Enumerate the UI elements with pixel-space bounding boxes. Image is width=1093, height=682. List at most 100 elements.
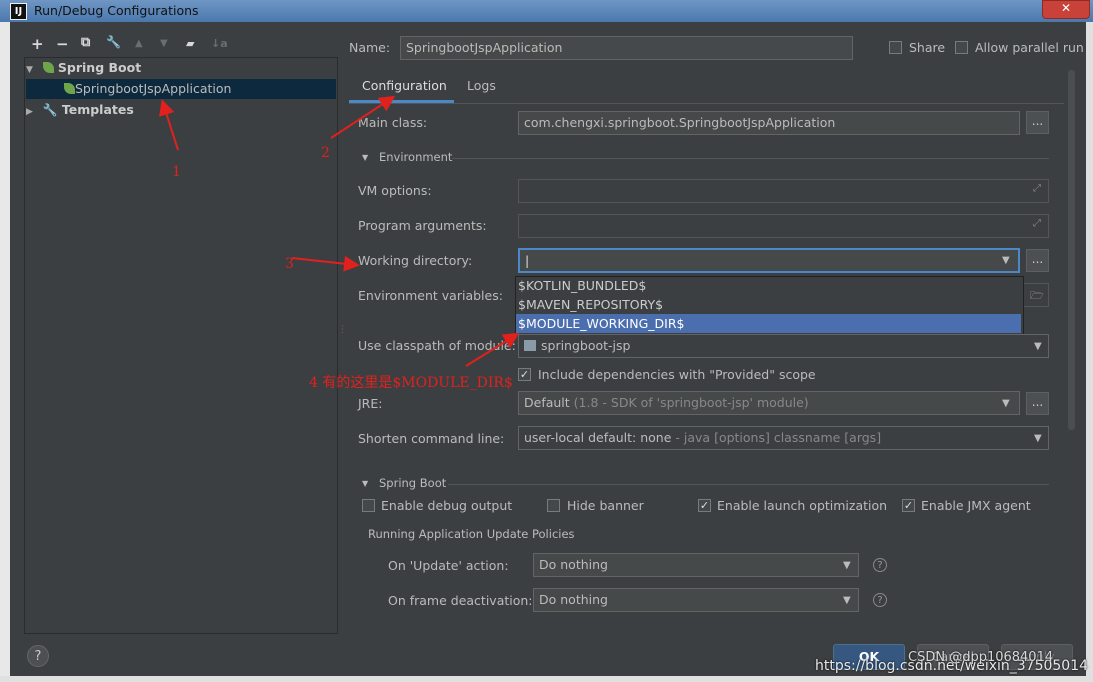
close-button[interactable]: ✕: [1042, 0, 1090, 19]
left-window-frame: [0, 22, 10, 682]
right-window-frame: [1086, 22, 1093, 682]
bottom-window-frame: [0, 676, 1093, 682]
annotation-label-1: 1: [172, 164, 181, 180]
configuration-tree: [24, 57, 338, 634]
parallel-run-label: Allow parallel run: [975, 40, 1084, 55]
tab-configuration[interactable]: Configuration: [362, 78, 447, 93]
environment-separator: [452, 158, 1049, 159]
move-up-icon[interactable]: ▲: [135, 38, 143, 49]
vm-options-label: VM options:: [358, 183, 432, 198]
splitter-handle[interactable]: ⋮: [338, 325, 347, 335]
include-dependencies-checkbox[interactable]: ✓: [518, 368, 531, 381]
frame-deactivation-dropdown-icon[interactable]: ▼: [843, 595, 851, 606]
watermark-csdn: CSDN @dpp10684014: [908, 650, 1054, 665]
folder-icon[interactable]: ▰: [186, 37, 194, 50]
environment-variables-label: Environment variables:: [358, 288, 503, 303]
jre-label: JRE:: [358, 396, 383, 411]
name-label: Name:: [349, 40, 391, 55]
environment-expand-icon[interactable]: ▼: [362, 153, 368, 162]
spring-boot-separator: [448, 484, 1049, 485]
dropdown-option-selected[interactable]: $MODULE_WORKING_DIR$: [516, 314, 1021, 333]
share-label: Share: [909, 40, 946, 55]
spring-boot-section-title: Spring Boot: [379, 476, 447, 490]
classpath-module-select[interactable]: springboot-jsp: [518, 334, 1049, 358]
dropdown-option[interactable]: $KOTLIN_BUNDLED$: [516, 276, 1021, 295]
add-icon[interactable]: +: [31, 35, 44, 53]
folder-browse-icon[interactable]: 🗁: [1030, 287, 1044, 306]
include-dependencies-label: Include dependencies with "Provided" sco…: [538, 367, 816, 382]
frame-deactivation-help-icon[interactable]: ?: [873, 593, 887, 607]
program-arguments-label: Program arguments:: [358, 218, 487, 233]
jre-dropdown-icon[interactable]: ▼: [1002, 398, 1010, 409]
classpath-module-value: springboot-jsp: [541, 338, 631, 353]
program-arguments-input[interactable]: [518, 214, 1049, 238]
annotation-label-3: 3: [285, 256, 294, 272]
spring-boot-expand-icon[interactable]: ▼: [362, 479, 368, 488]
main-class-label: Main class:: [358, 115, 428, 130]
annotation-label-2: 2: [321, 145, 330, 161]
tab-logs[interactable]: Logs: [467, 78, 496, 93]
jmx-agent-label: Enable JMX agent: [921, 498, 1031, 513]
working-directory-browse-button[interactable]: ...: [1026, 249, 1049, 272]
share-checkbox[interactable]: [889, 41, 902, 54]
debug-output-checkbox[interactable]: [362, 499, 375, 512]
main-class-input[interactable]: com.chengxi.springboot.SpringbootJspAppl…: [518, 111, 1020, 135]
form-scrollbar[interactable]: [1068, 70, 1075, 430]
vm-options-input[interactable]: [518, 179, 1049, 203]
working-directory-combo[interactable]: |: [518, 248, 1020, 273]
hide-banner-checkbox[interactable]: [547, 499, 560, 512]
main-class-browse-button[interactable]: ...: [1026, 111, 1049, 134]
working-directory-dropdown-icon[interactable]: ▼: [1002, 255, 1010, 266]
vm-options-expand-icon[interactable]: ⤢: [1033, 183, 1041, 194]
sort-icon[interactable]: ↓a: [211, 37, 228, 50]
jre-combo[interactable]: Default (1.8 - SDK of 'springboot-jsp' m…: [518, 391, 1020, 415]
wrench-icon[interactable]: 🔧: [106, 35, 121, 49]
classpath-module-label: Use classpath of module:: [358, 338, 516, 353]
shorten-command-line-select[interactable]: user-local default: none - java [options…: [518, 426, 1049, 450]
copy-icon[interactable]: ⧉: [81, 35, 90, 50]
collapse-arrow-icon[interactable]: ▶: [26, 107, 33, 117]
hide-banner-label: Hide banner: [567, 498, 644, 513]
intellij-logo-icon: IJ: [10, 3, 27, 20]
frame-deactivation-label: On frame deactivation:: [388, 593, 533, 608]
jmx-agent-checkbox[interactable]: ✓: [902, 499, 915, 512]
launch-optimization-checkbox[interactable]: ✓: [698, 499, 711, 512]
move-down-icon[interactable]: ▼: [160, 38, 168, 49]
name-input[interactable]: SpringbootJspApplication: [400, 36, 853, 60]
jre-value: Default: [524, 395, 570, 410]
update-action-select[interactable]: Do nothing: [533, 553, 859, 577]
help-button[interactable]: ?: [27, 645, 49, 667]
tree-group-label: Spring Boot: [57, 60, 142, 75]
remove-icon[interactable]: −: [56, 35, 69, 53]
frame-deactivation-select[interactable]: Do nothing: [533, 588, 859, 612]
window-title: Run/Debug Configurations: [34, 3, 199, 18]
shorten-value-detail: - java [options] classname [args]: [675, 430, 882, 445]
tree-item-springboot-jsp-application[interactable]: SpringbootJspApplication: [26, 79, 336, 99]
environment-section-title: Environment: [379, 150, 453, 164]
update-action-label: On 'Update' action:: [388, 558, 509, 573]
classpath-dropdown-icon[interactable]: ▼: [1034, 341, 1042, 352]
tree-item-label: SpringbootJspApplication: [75, 81, 232, 96]
jre-value-detail: (1.8 - SDK of 'springboot-jsp' module): [573, 395, 809, 410]
spring-boot-app-icon: [64, 83, 75, 94]
update-policies-title: Running Application Update Policies: [368, 527, 575, 541]
shorten-command-line-label: Shorten command line:: [358, 431, 505, 446]
shorten-dropdown-icon[interactable]: ▼: [1034, 433, 1042, 444]
expand-arrow-icon[interactable]: ▼: [26, 65, 33, 75]
tab-separator: [349, 103, 1064, 104]
update-action-dropdown-icon[interactable]: ▼: [843, 560, 851, 571]
tree-group-spring-boot[interactable]: ▼ Spring Boot: [26, 58, 336, 78]
spring-boot-icon: [42, 62, 54, 73]
dropdown-option[interactable]: $MAVEN_REPOSITORY$: [516, 295, 1021, 314]
update-action-help-icon[interactable]: ?: [873, 558, 887, 572]
tree-templates-label: Templates: [61, 102, 134, 117]
parallel-run-checkbox[interactable]: [955, 41, 968, 54]
templates-wrench-icon: 🔧: [42, 103, 58, 117]
annotation-label-4: 4 有的这里是$MODULE_DIR$: [309, 375, 513, 391]
working-directory-label: Working directory:: [358, 253, 473, 268]
shorten-value: user-local default: none: [524, 430, 672, 445]
tree-group-templates[interactable]: ▶ 🔧 Templates: [26, 100, 336, 120]
module-folder-icon: [524, 340, 536, 351]
jre-browse-button[interactable]: ...: [1026, 392, 1049, 415]
program-arguments-expand-icon[interactable]: ⤢: [1033, 218, 1041, 229]
